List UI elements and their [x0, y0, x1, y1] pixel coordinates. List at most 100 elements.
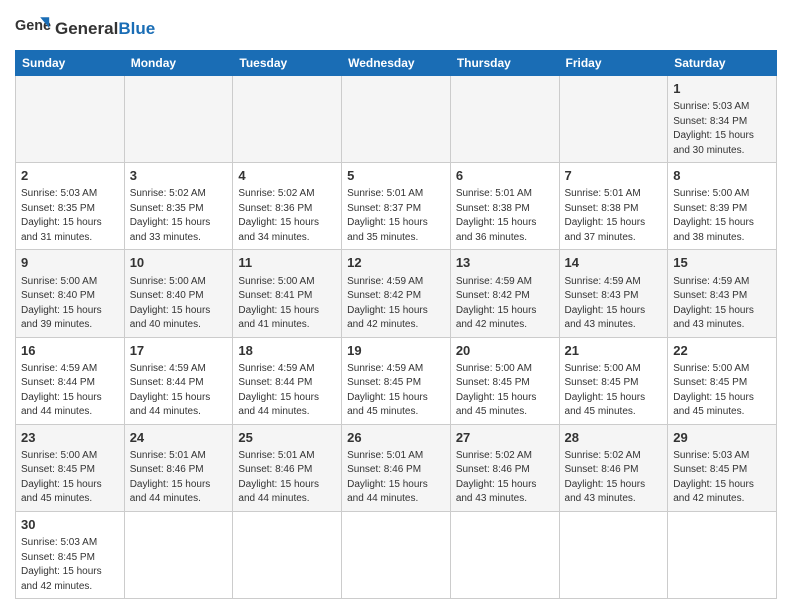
calendar-cell: [233, 76, 342, 163]
day-info: Sunrise: 5:01 AM Sunset: 8:46 PM Dayligh…: [238, 449, 336, 507]
day-info: Sunrise: 5:02 AM Sunset: 8:46 PM Dayligh…: [456, 449, 554, 507]
day-number: 11: [238, 254, 336, 272]
calendar-cell: 21 Sunrise: 5:00 AM Sunset: 8:45 PM Dayli…: [559, 337, 668, 424]
day-number: 20: [456, 342, 554, 360]
day-number: 3: [130, 167, 228, 185]
day-info: Sunrise: 5:00 AM Sunset: 8:45 PM Dayligh…: [456, 362, 554, 420]
day-info: Sunrise: 5:01 AM Sunset: 8:46 PM Dayligh…: [130, 449, 228, 507]
day-header-thursday: Thursday: [450, 51, 559, 76]
day-number: 10: [130, 254, 228, 272]
day-number: 23: [21, 429, 119, 447]
calendar-cell: 11 Sunrise: 5:00 AM Sunset: 8:41 PM Dayli…: [233, 250, 342, 337]
day-number: 1: [673, 80, 771, 98]
calendar-cell: 12 Sunrise: 4:59 AM Sunset: 8:42 PM Dayli…: [342, 250, 451, 337]
day-info: Sunrise: 5:00 AM Sunset: 8:45 PM Dayligh…: [565, 362, 663, 420]
calendar-cell: 30Sunrise: 5:03 AM Sunset: 8:45 PM Dayli…: [16, 511, 125, 598]
day-info: Sunrise: 5:01 AM Sunset: 8:38 PM Dayligh…: [565, 187, 663, 245]
calendar-cell: [124, 76, 233, 163]
day-info: Sunrise: 5:02 AM Sunset: 8:35 PM Dayligh…: [130, 187, 228, 245]
day-header-wednesday: Wednesday: [342, 51, 451, 76]
day-number: 14: [565, 254, 663, 272]
calendar-cell: 29 Sunrise: 5:03 AM Sunset: 8:45 PM Dayli…: [668, 424, 777, 511]
calendar-cell: [559, 511, 668, 598]
day-info: Sunrise: 5:01 AM Sunset: 8:37 PM Dayligh…: [347, 187, 445, 245]
day-number: 15: [673, 254, 771, 272]
calendar-cell: [450, 511, 559, 598]
day-info: Sunrise: 5:01 AM Sunset: 8:38 PM Dayligh…: [456, 187, 554, 245]
day-info: Sunrise: 5:00 AM Sunset: 8:40 PM Dayligh…: [130, 275, 228, 333]
day-number: 5: [347, 167, 445, 185]
calendar-cell: 20 Sunrise: 5:00 AM Sunset: 8:45 PM Dayli…: [450, 337, 559, 424]
calendar-cell: [668, 511, 777, 598]
day-info: Sunrise: 5:02 AM Sunset: 8:46 PM Dayligh…: [565, 449, 663, 507]
calendar-cell: 4 Sunrise: 5:02 AM Sunset: 8:36 PM Daylig…: [233, 163, 342, 250]
calendar-cell: 27 Sunrise: 5:02 AM Sunset: 8:46 PM Dayli…: [450, 424, 559, 511]
day-number: 19: [347, 342, 445, 360]
calendar-cell: 2 Sunrise: 5:03 AM Sunset: 8:35 PM Daylig…: [16, 163, 125, 250]
day-info: Sunrise: 5:03 AM Sunset: 8:35 PM Dayligh…: [21, 187, 119, 245]
calendar-cell: [342, 511, 451, 598]
day-header-sunday: Sunday: [16, 51, 125, 76]
day-info: Sunrise: 5:00 AM Sunset: 8:45 PM Dayligh…: [21, 449, 119, 507]
day-number: 28: [565, 429, 663, 447]
calendar-cell: 25 Sunrise: 5:01 AM Sunset: 8:46 PM Dayli…: [233, 424, 342, 511]
day-number: 22: [673, 342, 771, 360]
calendar-cell: 1 Sunrise: 5:03 AM Sunset: 8:34 PM Daylig…: [668, 76, 777, 163]
day-number: 26: [347, 429, 445, 447]
day-number: 30: [21, 516, 119, 534]
day-info: Sunrise: 5:03 AM Sunset: 8:45 PM Dayligh…: [673, 449, 771, 507]
day-number: 18: [238, 342, 336, 360]
calendar-cell: 13 Sunrise: 4:59 AM Sunset: 8:42 PM Dayli…: [450, 250, 559, 337]
page-header: General GeneralBlue: [15, 10, 777, 46]
logo-icon: General: [15, 10, 51, 46]
day-info: Sunrise: 5:00 AM Sunset: 8:40 PM Dayligh…: [21, 275, 119, 333]
day-number: 16: [21, 342, 119, 360]
day-number: 25: [238, 429, 336, 447]
calendar-table: SundayMondayTuesdayWednesdayThursdayFrid…: [15, 50, 777, 599]
day-number: 4: [238, 167, 336, 185]
calendar-cell: 7 Sunrise: 5:01 AM Sunset: 8:38 PM Daylig…: [559, 163, 668, 250]
day-info: Sunrise: 4:59 AM Sunset: 8:44 PM Dayligh…: [21, 362, 119, 420]
calendar-cell: 5 Sunrise: 5:01 AM Sunset: 8:37 PM Daylig…: [342, 163, 451, 250]
calendar-cell: 14Sunrise: 4:59 AM Sunset: 8:43 PM Dayli…: [559, 250, 668, 337]
calendar-cell: 9Sunrise: 5:00 AM Sunset: 8:40 PM Daylig…: [16, 250, 125, 337]
calendar-header-row: SundayMondayTuesdayWednesdayThursdayFrid…: [16, 51, 777, 76]
day-number: 2: [21, 167, 119, 185]
calendar-cell: 15 Sunrise: 4:59 AM Sunset: 8:43 PM Dayli…: [668, 250, 777, 337]
calendar-cell: [559, 76, 668, 163]
day-info: Sunrise: 4:59 AM Sunset: 8:44 PM Dayligh…: [238, 362, 336, 420]
day-info: Sunrise: 4:59 AM Sunset: 8:43 PM Dayligh…: [673, 275, 771, 333]
day-info: Sunrise: 5:01 AM Sunset: 8:46 PM Dayligh…: [347, 449, 445, 507]
calendar-cell: [450, 76, 559, 163]
calendar-cell: 16 Sunrise: 4:59 AM Sunset: 8:44 PM Dayli…: [16, 337, 125, 424]
day-number: 13: [456, 254, 554, 272]
day-number: 21: [565, 342, 663, 360]
calendar-cell: [124, 511, 233, 598]
day-info: Sunrise: 4:59 AM Sunset: 8:44 PM Dayligh…: [130, 362, 228, 420]
calendar-cell: 24Sunrise: 5:01 AM Sunset: 8:46 PM Dayli…: [124, 424, 233, 511]
day-number: 8: [673, 167, 771, 185]
day-info: Sunrise: 5:00 AM Sunset: 8:41 PM Dayligh…: [238, 275, 336, 333]
day-header-tuesday: Tuesday: [233, 51, 342, 76]
calendar-cell: [16, 76, 125, 163]
day-number: 6: [456, 167, 554, 185]
day-number: 27: [456, 429, 554, 447]
day-number: 7: [565, 167, 663, 185]
day-info: Sunrise: 4:59 AM Sunset: 8:45 PM Dayligh…: [347, 362, 445, 420]
calendar-cell: 26 Sunrise: 5:01 AM Sunset: 8:46 PM Dayli…: [342, 424, 451, 511]
calendar-cell: 3 Sunrise: 5:02 AM Sunset: 8:35 PM Daylig…: [124, 163, 233, 250]
day-info: Sunrise: 4:59 AM Sunset: 8:42 PM Dayligh…: [456, 275, 554, 333]
calendar-cell: 17Sunrise: 4:59 AM Sunset: 8:44 PM Dayli…: [124, 337, 233, 424]
day-info: Sunrise: 5:03 AM Sunset: 8:34 PM Dayligh…: [673, 100, 771, 158]
day-info: Sunrise: 4:59 AM Sunset: 8:42 PM Dayligh…: [347, 275, 445, 333]
logo: General GeneralBlue: [15, 10, 155, 46]
day-number: 29: [673, 429, 771, 447]
calendar-cell: [342, 76, 451, 163]
day-info: Sunrise: 5:00 AM Sunset: 8:45 PM Dayligh…: [673, 362, 771, 420]
day-number: 12: [347, 254, 445, 272]
calendar-cell: 22 Sunrise: 5:00 AM Sunset: 8:45 PM Dayli…: [668, 337, 777, 424]
day-info: Sunrise: 5:02 AM Sunset: 8:36 PM Dayligh…: [238, 187, 336, 245]
day-header-friday: Friday: [559, 51, 668, 76]
day-header-saturday: Saturday: [668, 51, 777, 76]
day-info: Sunrise: 5:00 AM Sunset: 8:39 PM Dayligh…: [673, 187, 771, 245]
